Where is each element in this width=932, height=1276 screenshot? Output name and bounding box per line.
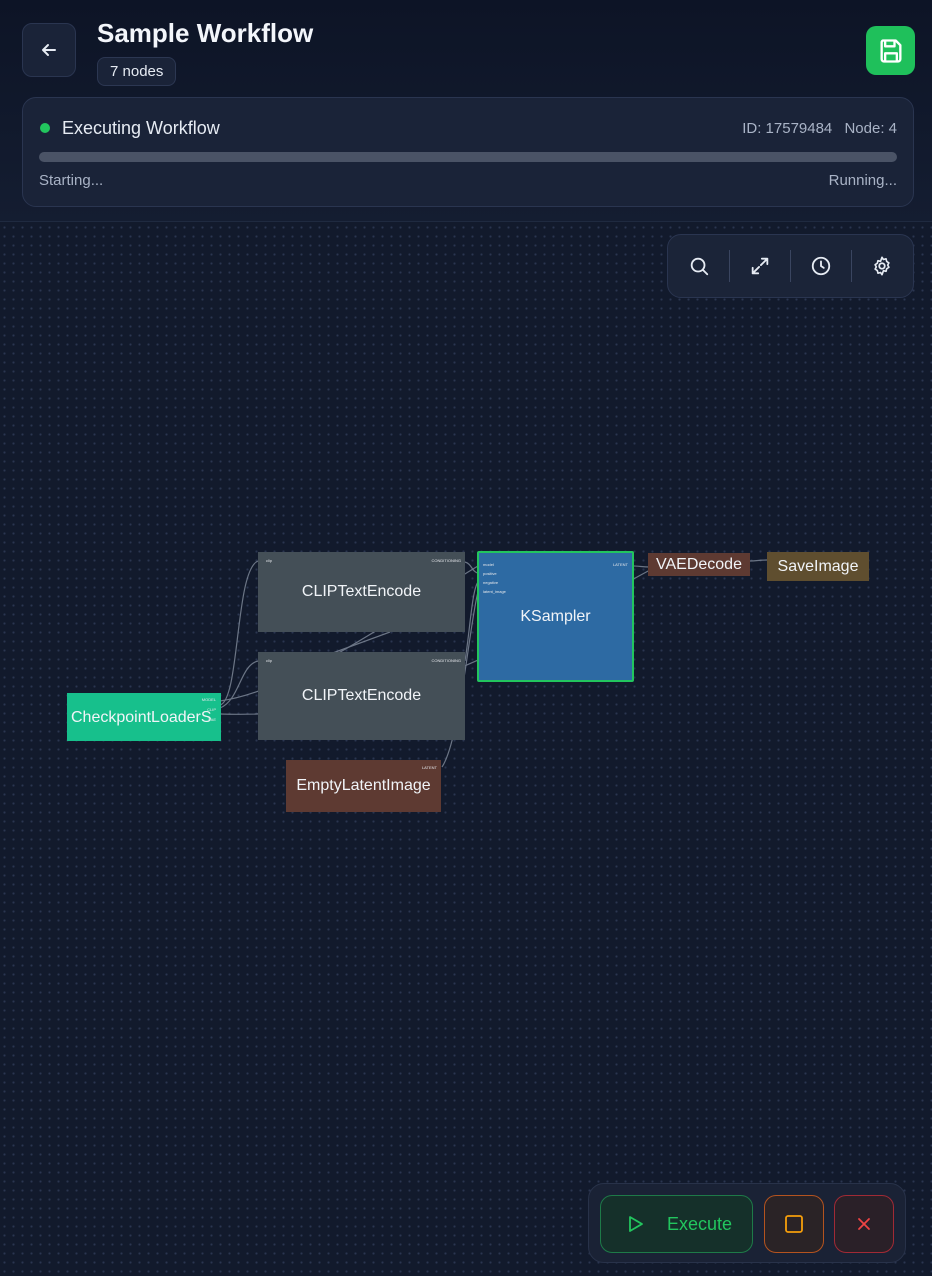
- execute-label: Execute: [667, 1213, 733, 1234]
- port-label: CONDITIONING: [431, 658, 461, 663]
- play-icon: [629, 1216, 643, 1232]
- expand-icon: [751, 257, 768, 275]
- port-label: negative: [483, 580, 499, 585]
- node-empty-latent-image[interactable]: EmptyLatentImage LATENT: [286, 760, 441, 812]
- current-node: Node: 4: [844, 120, 897, 137]
- node-vae-decode[interactable]: VAEDecode: [648, 553, 750, 576]
- port-label: VAE: [208, 717, 216, 722]
- node-label: CLIPTextEncode: [301, 687, 422, 704]
- port-label: clip: [266, 658, 273, 663]
- node-ksampler[interactable]: KSampler model positive negative latent_…: [477, 551, 634, 682]
- status-running-text: Running...: [828, 172, 897, 189]
- execution-controls: Execute: [588, 1183, 906, 1263]
- history-icon: [811, 256, 830, 276]
- node-label: SaveImage: [777, 557, 859, 575]
- stop-button[interactable]: [764, 1195, 824, 1253]
- node-label: CLIPTextEncode: [301, 583, 422, 600]
- port-label: LATENT: [421, 765, 437, 770]
- settings-button[interactable]: [851, 234, 912, 298]
- port-label: latent_image: [483, 589, 506, 594]
- node-label: EmptyLatentImage: [296, 777, 431, 794]
- workflow-canvas[interactable]: [0, 223, 932, 1276]
- progress-bar: [39, 152, 897, 162]
- node-label: KSampler: [520, 607, 591, 625]
- node-save-image[interactable]: SaveImage: [767, 552, 869, 581]
- execution-status-card: Executing Workflow ID: 17579484 Node: 4 …: [22, 97, 914, 207]
- header: Sample Workflow 7 nodes Executing Workfl…: [0, 0, 932, 222]
- port-label: CONDITIONING: [431, 558, 461, 563]
- search-icon: [690, 257, 708, 276]
- stop-icon: [785, 1215, 803, 1233]
- port-label: MODEL: [201, 697, 216, 702]
- node-clip-text-encode-positive[interactable]: CLIPTextEncode clip CONDITIONING: [258, 552, 465, 632]
- port-label: CLIP: [207, 707, 216, 712]
- status-indicator: [40, 123, 50, 133]
- back-button[interactable]: [22, 23, 76, 77]
- cancel-button[interactable]: [834, 1195, 894, 1253]
- save-icon: [879, 38, 901, 63]
- port-label: clip: [266, 558, 273, 563]
- node-label: CheckpointLoaderS: [71, 709, 212, 726]
- settings-icon: [873, 256, 890, 276]
- status-meta: ID: 17579484 Node: 4: [734, 120, 897, 137]
- node-clip-text-encode-negative[interactable]: CLIPTextEncode clip CONDITIONING: [258, 652, 465, 740]
- fullscreen-button[interactable]: [729, 234, 790, 298]
- page-title: Sample Workflow: [97, 18, 314, 48]
- node-count-badge: 7 nodes: [97, 57, 177, 86]
- search-button[interactable]: [668, 234, 729, 298]
- status-start-text: Starting...: [39, 172, 104, 189]
- node-checkpoint-loader[interactable]: CheckpointLoaderS MODEL CLIP VAE: [67, 693, 221, 741]
- history-button[interactable]: [790, 234, 851, 298]
- port-label: model: [483, 562, 494, 567]
- save-button[interactable]: [866, 26, 915, 75]
- port-label: positive: [483, 571, 497, 576]
- arrow-left-icon: [42, 44, 56, 56]
- close-icon: [858, 1218, 870, 1230]
- port-label: LATENT: [612, 562, 628, 567]
- execution-id: ID: 17579484: [742, 120, 833, 137]
- node-label: VAEDecode: [656, 555, 742, 573]
- status-title: Executing Workflow: [62, 118, 220, 138]
- canvas-toolbar: [667, 234, 914, 298]
- execute-button[interactable]: Execute: [600, 1195, 753, 1253]
